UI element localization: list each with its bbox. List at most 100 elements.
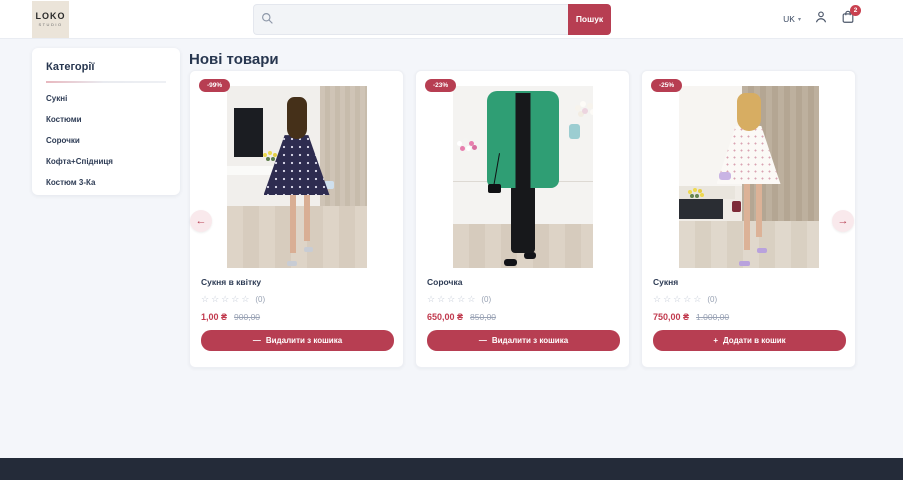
figure-leg — [755, 182, 762, 238]
button-label: Додати в кошик — [722, 336, 786, 345]
star-icon: ☆ — [221, 294, 230, 304]
figure-leg — [303, 193, 310, 241]
figure-hair — [736, 93, 761, 132]
price-old: 1.000,00 — [696, 312, 730, 322]
product-info: Сукня в квітку ☆ ☆ ☆ ☆ ☆ (0) 1,00 ₴ 900,… — [190, 277, 403, 351]
product-info: Сукня ☆ ☆ ☆ ☆ ☆ (0) 750,00 ₴ 1.000,00 + … — [642, 277, 855, 351]
star-icon: ☆ — [683, 294, 692, 304]
discount-badge: -25% — [651, 79, 683, 92]
star-icon: ☆ — [437, 294, 446, 304]
cart-button[interactable]: 2 — [841, 4, 861, 29]
flowers — [262, 153, 267, 158]
product-card: -99% Сукня в квітку ☆ ☆ ☆ ☆ ☆ (0) 1,00 ₴… — [189, 70, 404, 368]
product-rating: ☆ ☆ ☆ ☆ ☆ (0) — [201, 294, 392, 305]
header: LOKO STUDIO Пошук UK ▾ 2 — [0, 0, 903, 39]
tv — [233, 107, 263, 157]
plus-icon: + — [713, 336, 718, 345]
price-current: 1,00 ₴ — [201, 312, 228, 322]
sidebar-item-kostyumy[interactable]: Костюми — [46, 115, 166, 124]
search-button[interactable]: Пошук — [568, 3, 611, 35]
price-old: 900,00 — [234, 312, 261, 322]
figure-leg — [744, 182, 751, 250]
star-icon: ☆ — [201, 294, 210, 304]
discount-badge: -99% — [199, 79, 231, 92]
star-icon: ☆ — [467, 294, 476, 304]
price-current: 650,00 ₴ — [427, 312, 464, 322]
sidebar-title: Категорії — [46, 61, 95, 73]
product-price-row: 650,00 ₴ 850,00 — [427, 312, 618, 322]
star-icon: ☆ — [693, 294, 702, 304]
carousel-next-button[interactable]: → — [832, 210, 854, 232]
product-rating: ☆ ☆ ☆ ☆ ☆ (0) — [427, 294, 618, 305]
product-name[interactable]: Сорочка — [427, 277, 618, 287]
price-current: 750,00 ₴ — [653, 312, 690, 322]
rating-count: (0) — [481, 295, 492, 304]
product-card: -25% Сукня ☆ ☆ ☆ ☆ ☆ (0) 750,00 ₴ 1.000,… — [641, 70, 856, 368]
star-icon: ☆ — [231, 294, 240, 304]
sidebar-item-sorochky[interactable]: Сорочки — [46, 136, 166, 145]
product-name[interactable]: Сукня в квітку — [201, 277, 392, 287]
product-info: Сорочка ☆ ☆ ☆ ☆ ☆ (0) 650,00 ₴ 850,00 — … — [416, 277, 629, 351]
figure-shoe — [738, 261, 750, 267]
sidebar-divider — [46, 81, 166, 83]
category-list: Сукні Костюми Сорочки Кофта+Спідниця Кос… — [46, 94, 166, 187]
star-icon: ☆ — [447, 294, 456, 304]
search-bar: Пошук — [253, 3, 611, 35]
sidebar-item-kostyum-3ka[interactable]: Костюм 3-Ка — [46, 178, 166, 187]
chevron-down-icon: ▾ — [797, 16, 801, 23]
figure-shoe — [504, 259, 518, 267]
page-title: Нові товари — [189, 51, 279, 68]
button-label: Видалити з кошика — [491, 336, 569, 345]
rating-count: (0) — [707, 295, 718, 304]
figure-shoe — [756, 248, 767, 254]
figure-shoe — [286, 261, 297, 267]
sidebar-item-kofta-spidnytsia[interactable]: Кофта+Спідниця — [46, 157, 166, 166]
flowers — [456, 140, 462, 146]
categories-sidebar: Категорії Сукні Костюми Сорочки Кофта+Сп… — [32, 48, 180, 195]
carousel-prev-button[interactable]: ← — [190, 210, 212, 232]
language-label: UK — [783, 14, 795, 24]
minus-icon: — — [252, 336, 261, 345]
product-price-row: 1,00 ₴ 900,00 — [201, 312, 392, 322]
product-image[interactable] — [678, 86, 819, 268]
product-price-row: 750,00 ₴ 1.000,00 — [653, 312, 844, 322]
remove-from-cart-button[interactable]: — Видалити з кошика — [427, 330, 620, 351]
account-button[interactable] — [814, 10, 828, 29]
product-image[interactable] — [452, 86, 593, 268]
figure-leg — [289, 193, 296, 254]
discount-badge: -23% — [425, 79, 457, 92]
logo[interactable]: LOKO STUDIO — [32, 0, 69, 38]
search-input[interactable] — [253, 3, 568, 35]
remove-from-cart-button[interactable]: — Видалити з кошика — [201, 330, 394, 351]
logo-subtext: STUDIO — [38, 22, 63, 27]
flowers — [579, 100, 586, 107]
cart-count-badge: 2 — [850, 4, 861, 16]
star-icon: ☆ — [427, 294, 436, 304]
minus-icon: — — [478, 336, 487, 345]
rating-count: (0) — [255, 295, 266, 304]
language-selector[interactable]: UK ▾ — [783, 14, 801, 24]
star-icon: ☆ — [673, 294, 682, 304]
star-icon: ☆ — [241, 294, 250, 304]
product-cards: -99% Сукня в квітку ☆ ☆ ☆ ☆ ☆ (0) 1,00 ₴… — [189, 70, 856, 368]
star-icon: ☆ — [457, 294, 466, 304]
figure-top — [515, 93, 530, 199]
header-actions: UK ▾ 2 — [783, 4, 861, 29]
figure-bag — [487, 184, 501, 194]
price-old: 850,00 — [470, 312, 497, 322]
product-name[interactable]: Сукня — [653, 277, 844, 287]
ledge — [678, 186, 735, 199]
button-label: Видалити з кошика — [265, 336, 343, 345]
bag-on-floor — [731, 200, 741, 212]
sidebar-item-sukni[interactable]: Сукні — [46, 94, 166, 103]
add-to-cart-button[interactable]: + Додати в кошик — [653, 330, 846, 351]
star-icon: ☆ — [211, 294, 220, 304]
figure-hair — [286, 96, 307, 139]
logo-text: LOKO — [35, 11, 66, 21]
product-image[interactable] — [226, 86, 367, 268]
figure-shoe — [303, 246, 313, 252]
star-icon: ☆ — [653, 294, 662, 304]
niche — [678, 198, 724, 219]
product-card: -23% Сорочка ☆ ☆ ☆ ☆ ☆ (0) 650,00 ₴ 850,… — [415, 70, 630, 368]
search-icon — [261, 12, 274, 25]
